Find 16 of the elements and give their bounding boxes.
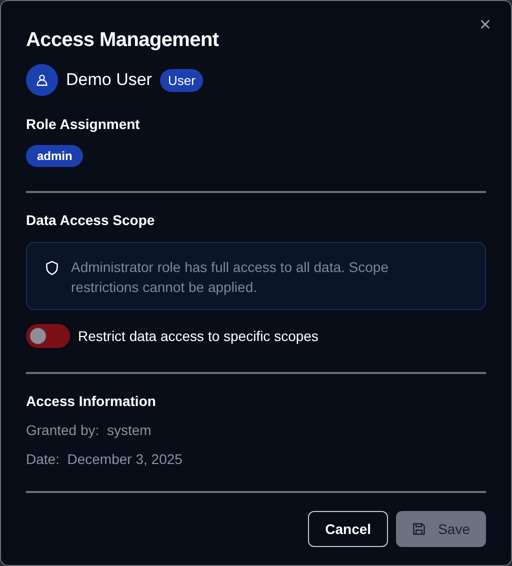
role-chip: admin bbox=[26, 145, 84, 167]
user-name: Demo User bbox=[66, 70, 152, 90]
shield-icon bbox=[45, 260, 59, 276]
section-heading: Data Access Scope bbox=[26, 212, 156, 228]
user-avatar-icon bbox=[26, 64, 58, 96]
save-icon bbox=[412, 522, 426, 536]
section-heading: Role Assignment bbox=[26, 116, 141, 132]
cancel-button[interactable]: Cancel bbox=[308, 511, 388, 547]
close-button[interactable]: × bbox=[475, 13, 495, 37]
section-heading: Access Information bbox=[26, 393, 157, 409]
notice-text: Administrator role has full access to all data. Scope restrictions cannot be applied. bbox=[71, 258, 390, 297]
info-field: Date: December 3, 2025 bbox=[26, 451, 486, 467]
toggle-label: Restrict data access to specific scopes bbox=[78, 328, 318, 344]
user-type-badge: User bbox=[160, 68, 204, 92]
info-field: Granted by: system bbox=[26, 422, 486, 438]
dialog-title: Access Management bbox=[26, 29, 220, 52]
